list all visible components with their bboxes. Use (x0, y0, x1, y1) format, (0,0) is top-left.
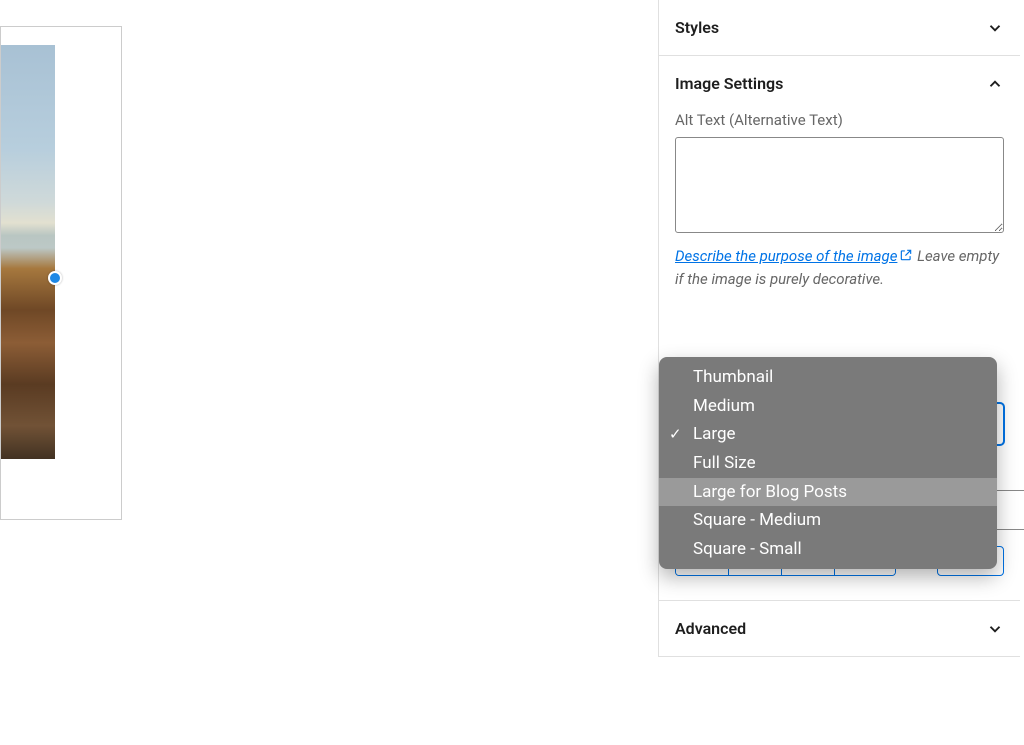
size-option-large-blog-posts[interactable]: Large for Blog Posts (659, 478, 997, 507)
alt-text-label: Alt Text (Alternative Text) (675, 111, 1004, 129)
size-option-square-small[interactable]: Square - Small (659, 535, 997, 564)
check-icon: ✓ (669, 424, 682, 446)
panel-image-settings: Image Settings Alt Text (Alternative Tex… (659, 56, 1020, 601)
alt-text-help: Describe the purpose of the image Leave … (675, 245, 1004, 290)
panel-advanced-header[interactable]: Advanced (659, 601, 1020, 656)
external-link-icon (899, 246, 913, 260)
panel-styles-header[interactable]: Styles (659, 0, 1020, 55)
size-option-thumbnail[interactable]: Thumbnail (659, 363, 997, 392)
alt-text-help-link[interactable]: Describe the purpose of the image (675, 247, 913, 265)
settings-sidebar: Styles Image Settings Alt Text (Alternat… (658, 0, 1020, 657)
alt-text-input[interactable] (675, 137, 1004, 233)
size-option-full-size[interactable]: Full Size (659, 449, 997, 478)
size-option-medium[interactable]: Medium (659, 392, 997, 421)
size-option-square-medium[interactable]: Square - Medium (659, 506, 997, 535)
panel-image-settings-body: Alt Text (Alternative Text) Describe the… (659, 111, 1020, 600)
editor-canvas[interactable] (0, 26, 122, 520)
panel-styles-title: Styles (675, 18, 719, 37)
image-block[interactable] (1, 45, 55, 459)
panel-image-settings-header[interactable]: Image Settings (659, 56, 1020, 111)
size-option-large[interactable]: ✓ Large (659, 420, 997, 449)
image-size-dropdown: Thumbnail Medium ✓ Large Full Size Large… (659, 357, 997, 569)
resize-handle-right[interactable] (48, 271, 62, 285)
panel-advanced-title: Advanced (675, 619, 746, 638)
panel-styles: Styles (659, 0, 1020, 56)
chevron-down-icon (986, 620, 1004, 638)
chevron-up-icon (986, 75, 1004, 93)
panel-advanced: Advanced (659, 601, 1020, 657)
panel-image-settings-title: Image Settings (675, 74, 783, 93)
chevron-down-icon (986, 19, 1004, 37)
